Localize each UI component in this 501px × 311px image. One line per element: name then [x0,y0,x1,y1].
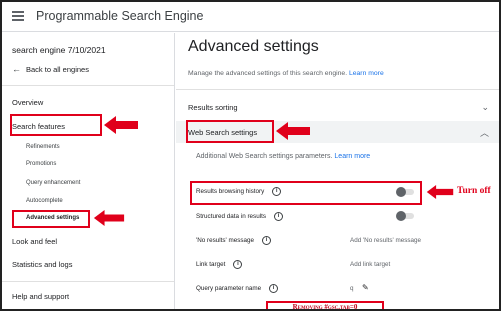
back-link-label: Back to all engines [26,64,89,74]
highlight-search-features [10,114,102,136]
chevron-up-icon[interactable]: ︿ [480,126,489,139]
info-icon[interactable]: i [233,260,243,269]
structured-data-label: Structured data in results [196,213,267,220]
results-sorting-header[interactable]: Results sorting [188,103,238,112]
link-target-value[interactable]: Add link target [350,261,390,268]
highlight-web-search-settings [186,120,274,143]
back-to-all-engines-link[interactable]: ← Back to all engines [12,64,89,74]
turn-off-annotation: Turn off [457,186,491,196]
info-icon[interactable]: i [274,212,284,221]
sidebar-item-overview[interactable]: Overview [12,98,43,107]
sidebar-divider [2,281,174,282]
annotation-arrow-icon [93,210,125,226]
sidebar-subitem-promotions[interactable]: Promotions [26,161,56,167]
chevron-down-icon[interactable]: ⌄ [481,102,489,113]
engine-name: search engine 7/10/2021 [12,45,106,55]
annotation-arrow-icon [104,116,138,134]
main-content: Advanced settings Manage the advanced se… [176,33,499,309]
sidebar-item-help[interactable]: Help and support [12,292,69,301]
window-frame: Programmable Search Engine search engine… [0,0,501,311]
annotation-arrow-icon [426,185,454,199]
sidebar-subitem-refinements[interactable]: Refinements [26,144,60,150]
page-description: Manage the advanced settings of this sea… [188,70,384,77]
hamburger-icon[interactable] [12,11,24,21]
query-parameter-value: q [350,285,354,292]
sidebar-subitem-query-enhancement[interactable]: Query enhancement [26,180,80,186]
sidebar-item-look-and-feel[interactable]: Look and feel [12,237,57,246]
query-parameter-row: Query parameter name i [196,284,279,293]
sidebar: search engine 7/10/2021 ← Back to all en… [2,33,175,309]
highlight-advanced-settings [12,210,90,228]
page-title: Advanced settings [188,38,319,55]
app-title: Programmable Search Engine [36,9,204,23]
no-results-label: 'No results' message [196,237,255,244]
removing-annotation: Removing #gsc.tab=0 [266,301,384,309]
sidebar-subitem-autocomplete[interactable]: Autocomplete [26,198,63,204]
query-parameter-label: Query parameter name [196,285,262,292]
web-search-description-text: Additional Web Search settings parameter… [196,153,333,160]
structured-data-row: Structured data in results i [196,212,284,221]
sidebar-divider [2,85,174,86]
structured-data-toggle[interactable] [396,211,414,221]
sidebar-item-statistics-logs[interactable]: Statistics and logs [12,260,72,269]
info-icon[interactable]: i [269,284,279,293]
divider [176,89,499,90]
highlight-results-history [190,181,422,205]
link-target-row: Link target i [196,260,243,269]
no-results-row: 'No results' message i [196,236,272,245]
pencil-icon[interactable]: ✎ [362,283,369,292]
top-bar: Programmable Search Engine [2,2,499,32]
info-icon[interactable]: i [262,236,272,245]
link-target-label: Link target [196,261,226,268]
learn-more-link[interactable]: Learn more [349,70,384,77]
page-description-text: Manage the advanced settings of this sea… [188,70,348,77]
arrow-left-icon: ← [12,64,21,74]
web-search-description: Additional Web Search settings parameter… [196,153,370,160]
annotation-arrow-icon [276,122,310,140]
web-learn-more-link[interactable]: Learn more [334,153,370,160]
no-results-value[interactable]: Add 'No results' message [350,237,421,244]
toggle-knob [396,211,406,221]
